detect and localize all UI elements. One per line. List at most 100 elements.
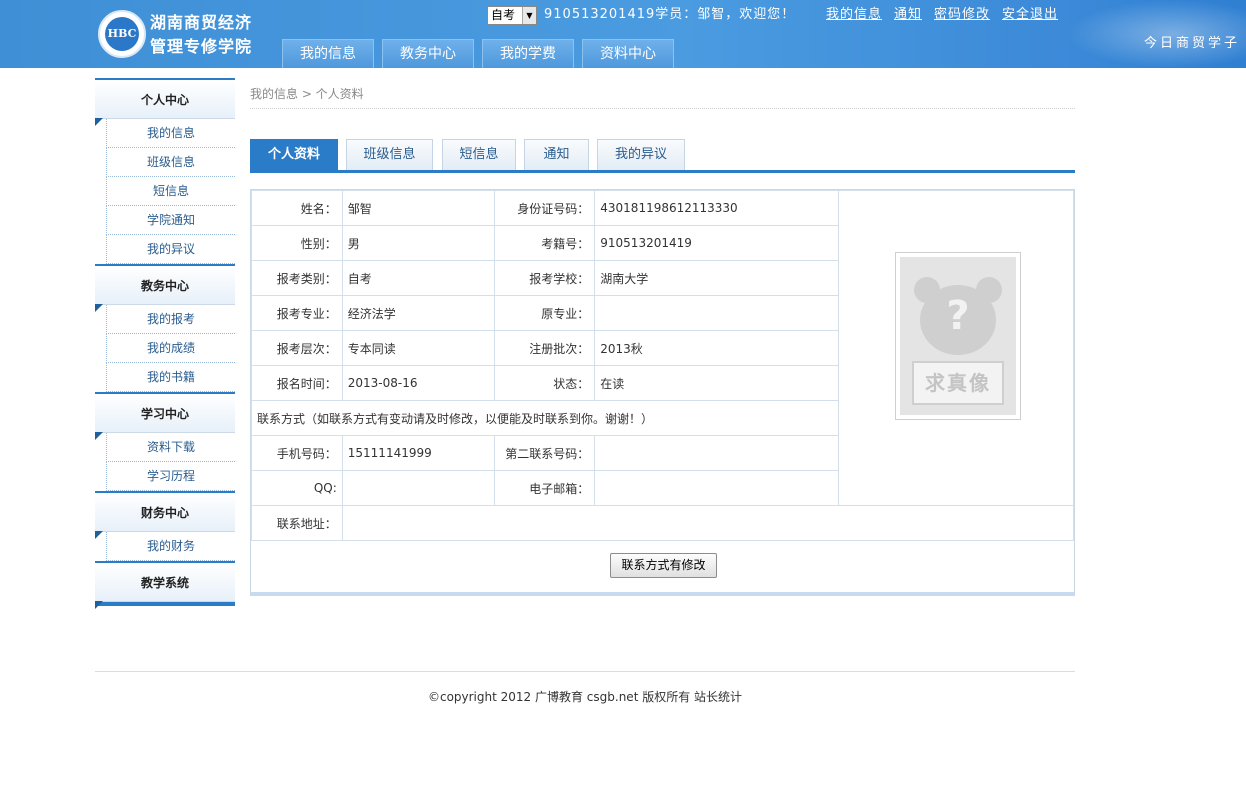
- gender-value: 男: [341, 225, 495, 261]
- sidebar-section-title: 教务中心: [140, 279, 189, 293]
- sidebar-item-my-info[interactable]: 我的信息: [106, 119, 235, 148]
- tab-personal-profile[interactable]: 个人资料: [250, 139, 338, 170]
- nav-resource-center[interactable]: 资料中心: [582, 39, 674, 68]
- name-label: 姓名：: [251, 190, 343, 226]
- link-my-info[interactable]: 我的信息: [826, 6, 882, 24]
- breadcrumb: 我的信息 > 个人资料: [250, 87, 364, 101]
- sidebar-item-my-books[interactable]: 我的书籍: [106, 363, 235, 392]
- tab-notice[interactable]: 通知: [524, 139, 589, 170]
- sidebar-item-college-notice[interactable]: 学院通知: [106, 206, 235, 235]
- mobile-value: 15111141999: [341, 435, 495, 471]
- phone2-label: 第二联系号码：: [493, 435, 596, 471]
- sidebar-section-personal[interactable]: 个人中心: [95, 78, 235, 126]
- link-notice[interactable]: 通知: [894, 6, 922, 24]
- question-mark-icon: ?: [946, 293, 970, 339]
- exam-type-value: 自考: [491, 8, 516, 22]
- tab-messages[interactable]: 短信息: [442, 139, 516, 170]
- address-label: 联系地址：: [251, 505, 343, 541]
- address-value: [341, 505, 1075, 541]
- sidebar-item-downloads[interactable]: 资料下载: [106, 433, 235, 462]
- school-name-line2: 管理专修学院: [150, 37, 253, 56]
- exam-no-value: 910513201419: [594, 225, 839, 261]
- email-label: 电子邮箱：: [493, 470, 596, 506]
- sidebar-section-teaching[interactable]: 教学系统: [95, 561, 235, 609]
- qq-value: [341, 470, 495, 506]
- profile-panel: 姓名： 邹智 身份证号码： 430181198612113330 性别： 男 考…: [250, 189, 1075, 596]
- category-label: 报考类别：: [251, 260, 343, 296]
- divider: [250, 108, 1075, 109]
- nav-academic-center[interactable]: 教务中心: [382, 39, 474, 68]
- sidebar-section-title: 学习中心: [140, 407, 189, 421]
- qq-label: QQ:: [251, 470, 343, 506]
- sidebar-item-class-info[interactable]: 班级信息: [106, 148, 235, 177]
- page-header: HBC 湖南商贸经济 管理专修学院 自考 ▼ 910513201419学员：邹智…: [0, 0, 1246, 68]
- id-value: 430181198612113330: [594, 190, 839, 226]
- school-value: 湖南大学: [594, 260, 839, 296]
- corner-decoration: [95, 304, 103, 312]
- school-logo: HBC: [98, 10, 146, 58]
- school-label: 报考学校：: [493, 260, 596, 296]
- top-links: 我的信息 通知 密码修改 安全退出: [826, 6, 1058, 24]
- mobile-label: 手机号码：: [251, 435, 343, 471]
- level-value: 专本同读: [341, 330, 495, 366]
- footer: ©copyright 2012 广博教育 csgb.net 版权所有 站长统计: [427, 690, 743, 704]
- table-row: 联系地址：: [251, 505, 1075, 541]
- sidebar-section-finance[interactable]: 财务中心: [95, 491, 235, 539]
- sidebar-section-title: 教学系统: [140, 576, 189, 590]
- photo-placeholder-icon: ? 求真像: [900, 257, 1016, 415]
- corner-decoration: [95, 601, 103, 609]
- photo-placeholder-text: 求真像: [912, 361, 1004, 405]
- edit-contact-button[interactable]: 联系方式有修改: [610, 553, 717, 578]
- nav-my-info[interactable]: 我的信息: [282, 39, 374, 68]
- level-label: 报考层次：: [251, 330, 343, 366]
- footer-divider: [95, 671, 1075, 672]
- table-row: 姓名： 邹智 身份证号码： 430181198612113330: [251, 190, 1075, 506]
- status-label: 状态：: [493, 365, 596, 401]
- school-name: 湖南商贸经济 管理专修学院: [150, 11, 252, 59]
- chevron-down-icon: ▼: [522, 7, 536, 24]
- sidebar-item-my-scores[interactable]: 我的成绩: [106, 334, 235, 363]
- batch-value: 2013秋: [594, 330, 839, 366]
- sidebar-section-title: 财务中心: [140, 506, 189, 520]
- sidebar-item-messages[interactable]: 短信息: [106, 177, 235, 206]
- contact-note: 联系方式（如联系方式有变动请及时修改，以便能及时联系到你。谢谢！）: [251, 400, 839, 436]
- link-change-password[interactable]: 密码修改: [934, 6, 990, 24]
- exam-type-select[interactable]: 自考 ▼: [487, 6, 537, 25]
- date-label: 报名时间：: [251, 365, 343, 401]
- status-value: 在读: [594, 365, 839, 401]
- corner-decoration: [95, 531, 103, 539]
- header-slogan: 今日商贸学子: [1143, 36, 1240, 51]
- tab-class-info[interactable]: 班级信息: [346, 139, 433, 170]
- sidebar-section-academic[interactable]: 教务中心: [95, 264, 235, 312]
- sidebar-item-my-registration[interactable]: 我的报考: [106, 305, 235, 334]
- welcome-text: 910513201419学员：邹智，欢迎您！: [544, 7, 796, 22]
- sidebar-item-my-objection[interactable]: 我的异议: [106, 235, 235, 264]
- student-photo: ? 求真像: [895, 252, 1021, 420]
- sidebar-item-learning-history[interactable]: 学习历程: [106, 462, 235, 491]
- logo-emblem: HBC: [105, 17, 139, 51]
- profile-tabs: 个人资料 班级信息 短信息 通知 我的异议: [250, 139, 1075, 173]
- name-value: 邹智: [341, 190, 495, 226]
- main-nav: 我的信息 教务中心 我的学费 资料中心: [282, 39, 674, 68]
- sidebar-section-title: 个人中心: [140, 93, 189, 107]
- link-logout[interactable]: 安全退出: [1002, 6, 1058, 24]
- sidebar-item-my-finance[interactable]: 我的财务: [106, 532, 235, 561]
- corner-decoration: [95, 118, 103, 126]
- nav-my-tuition[interactable]: 我的学费: [482, 39, 574, 68]
- major-value: 经济法学: [341, 295, 495, 331]
- gender-label: 性别：: [251, 225, 343, 261]
- date-value: 2013-08-16: [341, 365, 495, 401]
- batch-label: 注册批次：: [493, 330, 596, 366]
- email-value: [594, 470, 839, 506]
- major-label: 报考专业：: [251, 295, 343, 331]
- tab-my-objection[interactable]: 我的异议: [597, 139, 685, 170]
- orig-major-value: [594, 295, 839, 331]
- corner-decoration: [95, 432, 103, 440]
- category-value: 自考: [341, 260, 495, 296]
- id-label: 身份证号码：: [493, 190, 596, 226]
- phone2-value: [594, 435, 839, 471]
- sidebar: 个人中心 我的信息 班级信息 短信息 学院通知 我的异议 教务中心 我的报考 我…: [95, 78, 235, 609]
- school-name-line1: 湖南商贸经济: [150, 13, 253, 32]
- orig-major-label: 原专业：: [493, 295, 596, 331]
- sidebar-section-learning[interactable]: 学习中心: [95, 392, 235, 440]
